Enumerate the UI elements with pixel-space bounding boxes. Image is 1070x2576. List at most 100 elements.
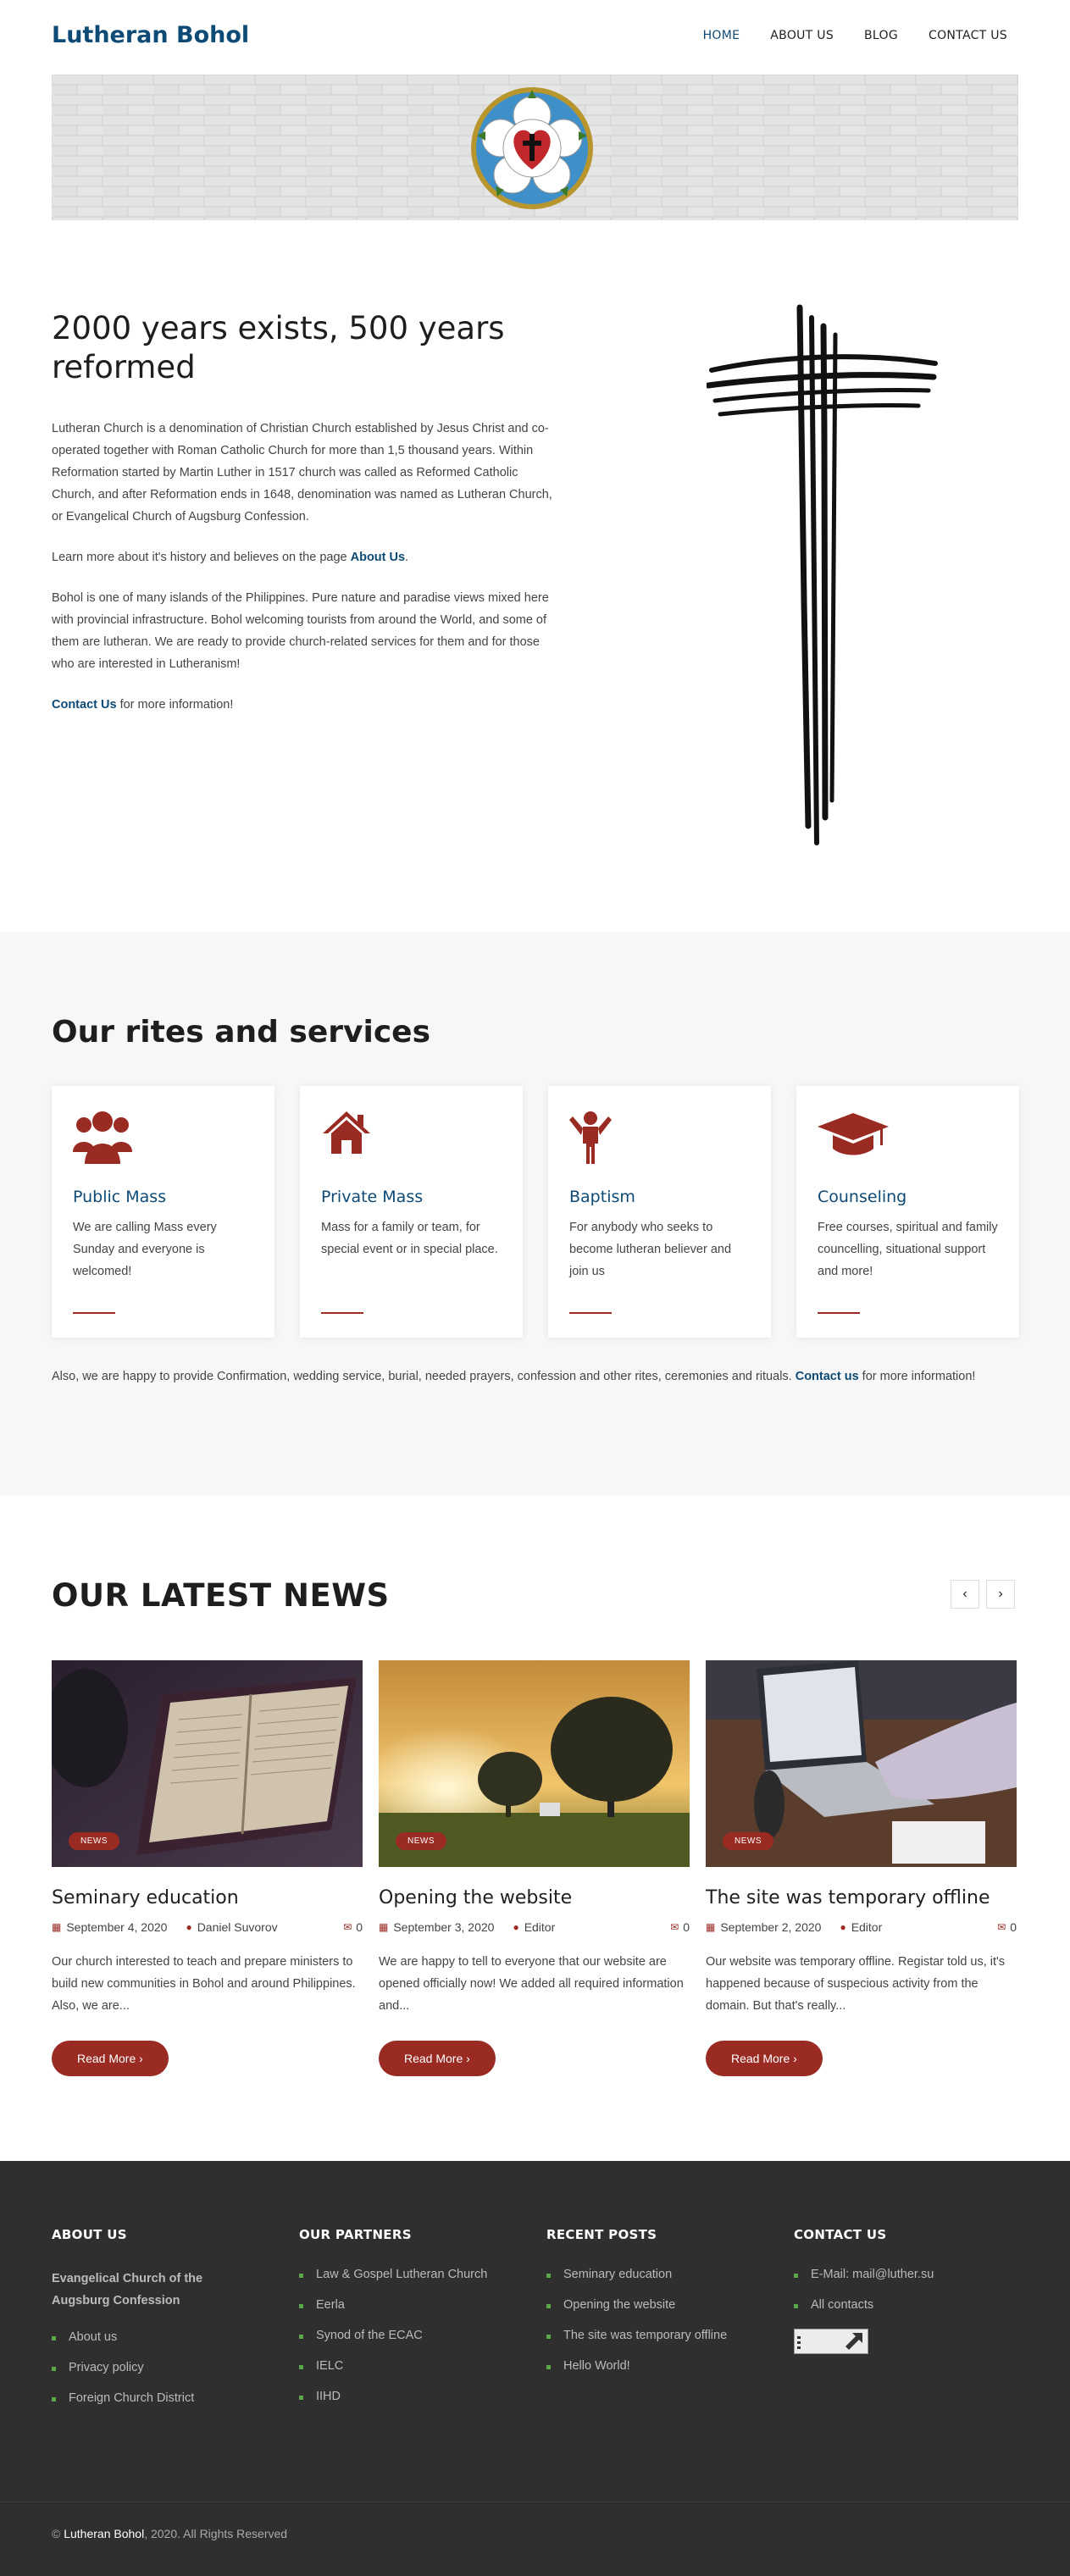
footer-link[interactable]: All contacts <box>794 2298 1041 2312</box>
intro-paragraph-learn-more: Learn more about it's history and believ… <box>52 546 560 568</box>
post-title[interactable]: The site was temporary offline <box>706 1887 1017 1908</box>
nav-home[interactable]: HOME <box>703 29 740 42</box>
post-author-text[interactable]: Editor <box>851 1920 883 1934</box>
post-thumbnail[interactable]: NEWS <box>379 1660 690 1867</box>
nav-blog[interactable]: BLOG <box>864 29 898 42</box>
counter-badge-icon[interactable] <box>794 2329 868 2354</box>
post-excerpt: Our website was temporary offline. Regis… <box>706 1955 1006 2013</box>
post-author-text[interactable]: Editor <box>524 1920 556 1934</box>
footer-link[interactable]: Synod of the ECAC <box>299 2329 546 2342</box>
read-more-button[interactable]: Read More › <box>706 2041 823 2076</box>
news-tag-badge[interactable]: NEWS <box>69 1832 119 1850</box>
contact-us-link[interactable]: Contact Us <box>52 698 117 712</box>
intro-text: Lutheran Church is a denomination of Chr… <box>52 418 560 734</box>
post-meta: ▦ September 3, 2020 ● Editor ✉ 0 <box>379 1920 690 1934</box>
news-carousel-controls: ‹ › <box>951 1580 1015 1609</box>
contact-text: for more information! <box>116 698 234 712</box>
post-meta: ▦ September 2, 2020 ● Editor ✉ 0 <box>706 1920 1017 1934</box>
service-divider <box>818 1312 860 1314</box>
footer-link[interactable]: Law & Gospel Lutheran Church <box>299 2268 546 2281</box>
footer-link[interactable]: Seminary education <box>546 2268 794 2281</box>
comments-icon: ✉ <box>670 1921 679 1933</box>
service-divider <box>321 1312 363 1314</box>
service-card-public-mass[interactable]: Public Mass We are calling Mass every Su… <box>52 1086 274 1338</box>
footer-org-name: Evangelical Church of the Augsburg Confe… <box>52 2272 203 2307</box>
footer-heading: RECENT POSTS <box>546 2227 657 2242</box>
footer-link[interactable]: Eerla <box>299 2298 546 2312</box>
footer-link[interactable]: Privacy policy <box>52 2361 299 2374</box>
services-cards: Public Mass We are calling Mass every Su… <box>52 1086 1019 1338</box>
chevron-right-icon[interactable]: › <box>986 1580 1015 1609</box>
service-divider <box>569 1312 612 1314</box>
services-title: Our rites and services <box>52 1015 431 1050</box>
footer-link[interactable]: Hello World! <box>546 2359 794 2373</box>
footer-heading: ABOUT US <box>52 2227 127 2242</box>
home-icon <box>321 1110 502 1167</box>
footer-heading: CONTACT US <box>794 2227 887 2242</box>
news-tag-badge[interactable]: NEWS <box>396 1832 446 1850</box>
post-title[interactable]: Seminary education <box>52 1887 363 1908</box>
service-title[interactable]: Baptism <box>569 1188 750 1206</box>
about-us-link[interactable]: About Us <box>351 551 405 564</box>
intro-paragraph-bohol: Bohol is one of many islands of the Phil… <box>52 591 549 671</box>
service-text: Free courses, spiritual and family counc… <box>818 1221 998 1278</box>
footer-link[interactable]: Foreign Church District <box>52 2391 299 2405</box>
footer-link[interactable]: Opening the website <box>546 2298 794 2312</box>
post-author: ● Editor <box>513 1920 555 1934</box>
service-card-baptism[interactable]: Baptism For anybody who seeks to become … <box>548 1086 771 1338</box>
news-post: NEWS Opening the website ▦ September 3, 2… <box>379 1660 690 2076</box>
post-excerpt: Our church interested to teach and prepa… <box>52 1955 356 2013</box>
service-title[interactable]: Public Mass <box>73 1188 253 1206</box>
footer-link[interactable]: IELC <box>299 2359 546 2373</box>
nav-contact-us[interactable]: CONTACT US <box>929 29 1007 42</box>
post-date: ▦ September 3, 2020 <box>379 1920 494 1934</box>
footer-link[interactable]: The site was temporary offline <box>546 2329 794 2342</box>
services-note-text: Also, we are happy to provide Confirmati… <box>52 1370 796 1383</box>
chevron-left-icon[interactable]: ‹ <box>951 1580 979 1609</box>
calendar-icon: ▦ <box>52 1921 62 1933</box>
post-comment-count: 0 <box>356 1920 363 1934</box>
service-divider <box>73 1312 115 1314</box>
services-section: Our rites and services Public Mass We ar… <box>0 932 1070 1496</box>
user-icon: ● <box>513 1921 519 1933</box>
read-more-button[interactable]: Read More › <box>52 2041 169 2076</box>
post-comment-count: 0 <box>683 1920 690 1934</box>
site-footer: ABOUT US Evangelical Church of the Augsb… <box>0 2161 1070 2576</box>
news-title: OUR LATEST NEWS <box>52 1577 390 1614</box>
news-posts: NEWS Seminary education ▦ September 4, 20… <box>52 1660 1017 2076</box>
footer-link[interactable]: E-Mail: mail@luther.su <box>794 2268 1041 2281</box>
post-excerpt: We are happy to tell to everyone that ou… <box>379 1955 684 2013</box>
service-card-private-mass[interactable]: Private Mass Mass for a family or team, … <box>300 1086 523 1338</box>
user-icon: ● <box>186 1921 192 1933</box>
hero-banner <box>52 75 1018 220</box>
site-logo[interactable]: Lutheran Bohol <box>52 22 249 48</box>
post-comments[interactable]: ✉ 0 <box>997 1920 1017 1934</box>
post-comments[interactable]: ✉ 0 <box>670 1920 690 1934</box>
post-date-text: September 2, 2020 <box>720 1920 822 1934</box>
post-title[interactable]: Opening the website <box>379 1887 690 1908</box>
post-author-text[interactable]: Daniel Suvorov <box>197 1920 278 1934</box>
post-meta: ▦ September 4, 2020 ● Daniel Suvorov ✉ 0 <box>52 1920 363 1934</box>
news-tag-badge[interactable]: NEWS <box>723 1832 773 1850</box>
footer-link[interactable]: IIHD <box>299 2390 546 2403</box>
post-comments[interactable]: ✉ 0 <box>343 1920 363 1934</box>
post-thumbnail[interactable]: NEWS <box>52 1660 363 1867</box>
footer-recent-posts: RECENT POSTS Seminary education Opening … <box>546 2227 794 2422</box>
footer-link[interactable]: About us <box>52 2330 299 2344</box>
service-card-counseling[interactable]: Counseling Free courses, spiritual and f… <box>796 1086 1019 1338</box>
post-comment-count: 0 <box>1010 1920 1017 1934</box>
post-date: ▦ September 2, 2020 <box>706 1920 821 1934</box>
comments-icon: ✉ <box>343 1921 352 1933</box>
nav-about-us[interactable]: ABOUT US <box>770 29 834 42</box>
learn-more-end: . <box>405 551 409 564</box>
services-contact-link[interactable]: Contact us <box>796 1370 859 1383</box>
read-more-button[interactable]: Read More › <box>379 2041 496 2076</box>
post-thumbnail[interactable]: NEWS <box>706 1660 1017 1867</box>
comments-icon: ✉ <box>997 1921 1006 1933</box>
news-post: NEWS Seminary education ▦ September 4, 20… <box>52 1660 363 2076</box>
footer-partners: OUR PARTNERS Law & Gospel Lutheran Churc… <box>299 2227 546 2422</box>
service-title[interactable]: Private Mass <box>321 1188 502 1206</box>
service-title[interactable]: Counseling <box>818 1188 998 1206</box>
copyright-brand[interactable]: Lutheran Bohol <box>64 2527 144 2540</box>
post-author: ● Daniel Suvorov <box>186 1920 277 1934</box>
